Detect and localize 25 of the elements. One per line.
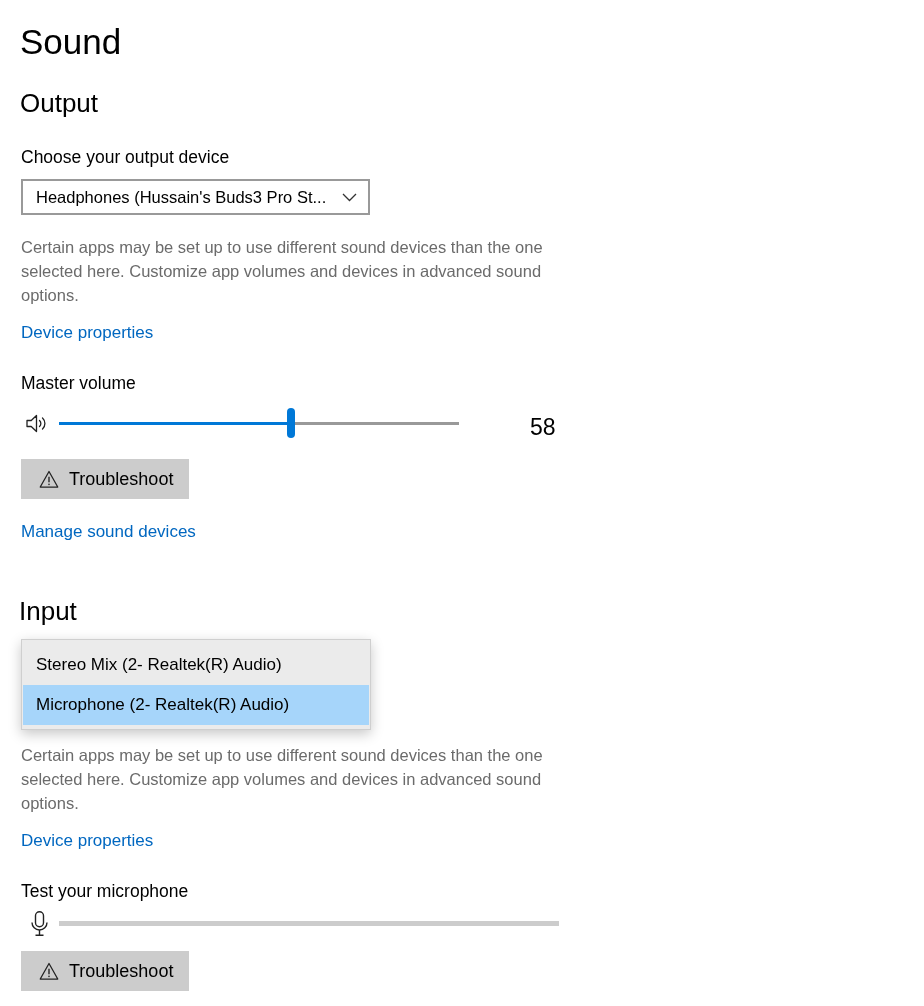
speaker-icon: [25, 413, 46, 433]
page-title: Sound: [20, 21, 122, 63]
section-heading: Output: [20, 87, 99, 119]
menu-item[interactable]: Microphone (2- Realtek(R) Audio): [23, 685, 369, 725]
link[interactable]: Manage sound devices: [21, 520, 196, 544]
link[interactable]: Device properties: [21, 829, 154, 853]
slider-thumb[interactable]: [287, 408, 295, 438]
field-label: Choose your output device: [21, 146, 230, 169]
description-text: Certain apps may be set up to use different sound devices than the one selected here. Customize app volumes and devices in advanced sound options.: [21, 237, 544, 306]
volume-value: 58: [530, 413, 556, 441]
chevron-down-icon: [342, 192, 357, 202]
troubleshoot-button[interactable]: Troubleshoot: [21, 459, 189, 499]
troubleshoot-button[interactable]: Troubleshoot: [21, 951, 189, 991]
dropdown-value: Headphones (Hussain's Buds3 Pro St...: [36, 186, 327, 208]
microphone-icon: [31, 910, 48, 936]
section-heading: Input: [19, 595, 77, 627]
output-device-dropdown[interactable]: Headphones (Hussain's Buds3 Pro St...: [21, 179, 370, 215]
menu-item[interactable]: Stereo Mix (2- Realtek(R) Audio): [23, 645, 369, 685]
description-text: Certain apps may be set up to use different sound devices than the one selected here. Customize app volumes and devices in advanced sound options.: [21, 745, 544, 814]
field-label: Master volume: [21, 372, 136, 395]
volume-slider[interactable]: [59, 408, 459, 438]
warning-icon: [39, 470, 59, 488]
link[interactable]: Device properties: [21, 321, 154, 345]
warning-icon: [39, 962, 59, 980]
field-label: Test your microphone: [21, 880, 189, 903]
